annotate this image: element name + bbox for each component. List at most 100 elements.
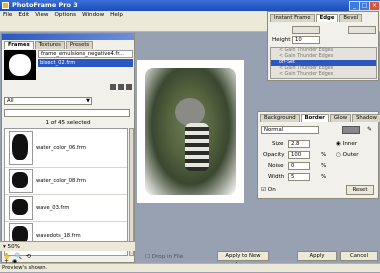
search-input[interactable]: [4, 109, 130, 117]
window-title-bar: PhotoFrame Pro 3: [0, 0, 380, 11]
window-title: PhotoFrame Pro 3: [12, 1, 78, 9]
tab-background[interactable]: Background: [260, 114, 300, 122]
on-checkbox[interactable]: ☑ On: [261, 187, 276, 193]
file-item-label: frame_emulsions_negative4.fr...: [41, 51, 124, 57]
inner-label: Inner: [342, 141, 358, 147]
frame-thumbnail: [9, 169, 33, 193]
edge-panel: Instant Frame Edge Bevel Height 10 < Gai…: [267, 11, 379, 81]
list-scrollbar[interactable]: [129, 128, 134, 256]
drop-in-file-checkbox[interactable]: ☐ Drop in File: [145, 254, 183, 260]
outer-label: Outer: [342, 152, 359, 158]
tab-bevel[interactable]: Bevel: [339, 14, 363, 22]
tool-icons: ✋ 🔍 ⟲: [3, 253, 31, 260]
zoom-tool-icon[interactable]: 🔍: [14, 253, 21, 260]
lemur-photo: [145, 68, 236, 195]
color-swatch[interactable]: [342, 126, 360, 134]
frame-thumbnail: [9, 196, 33, 220]
apply-button[interactable]: Apply: [297, 251, 337, 261]
size-input[interactable]: 2.8: [288, 140, 310, 148]
refresh-icon[interactable]: ⟲: [26, 253, 31, 260]
blend-mode-value: Normal: [264, 127, 284, 133]
tab-edge[interactable]: Edge: [315, 14, 339, 22]
menu-edit[interactable]: Edit: [18, 11, 29, 20]
tab-frames[interactable]: Frames: [4, 41, 34, 49]
file-item-1[interactable]: frame_emulsions_negative4.fr...: [38, 50, 133, 58]
status-text: Preview's shown.: [2, 265, 48, 271]
close-button[interactable]: ×: [369, 1, 380, 11]
menu-file[interactable]: File: [3, 11, 12, 20]
menu-options[interactable]: Options: [55, 11, 77, 20]
photo-canvas[interactable]: [137, 60, 244, 203]
noise-unit: %: [321, 163, 327, 169]
frames-tabs: Frames Textures Presets: [4, 41, 134, 49]
height-value: 10: [295, 37, 302, 43]
frames-panel: Frames Textures Presets frame_emulsions_…: [1, 33, 135, 265]
tab-border[interactable]: Border: [300, 114, 329, 122]
border-panel: Background Border Glow Shadow Normal ✎ S…: [257, 111, 380, 199]
frame-preview: [4, 50, 36, 80]
app-logo-icon: [2, 2, 9, 9]
folder-icon[interactable]: [110, 84, 116, 90]
reset-button[interactable]: Reset: [346, 185, 374, 195]
width-input[interactable]: 5: [288, 173, 310, 181]
blend-mode-select[interactable]: Normal: [261, 126, 319, 134]
height-label: Height: [272, 37, 291, 43]
outer-radio[interactable]: ○ Outer: [336, 152, 359, 158]
list-item[interactable]: water_color_08.frm: [5, 168, 127, 195]
selection-info: 1 of 45 selected: [45, 120, 91, 126]
file-item-2[interactable]: bisect_02.frm: [38, 59, 133, 67]
width-unit: %: [321, 174, 327, 180]
list-item-label: wave_03.frm: [36, 205, 70, 211]
panel-icon-row: [110, 84, 132, 90]
frame-list: water_color_06.frm water_color_08.frm wa…: [4, 128, 128, 256]
border-tabs: Background Border Glow Shadow: [260, 114, 380, 122]
list-item-label: water_color_06.frm: [36, 145, 86, 151]
cancel-button[interactable]: Cancel: [340, 251, 378, 261]
frame-thumbnail: [9, 131, 33, 165]
eyedropper-icon[interactable]: ✎: [367, 126, 372, 133]
chevron-down-icon: ▼: [86, 98, 90, 104]
panel-title-bar: [2, 34, 134, 40]
edge-list: < Gain Thunder Edges < Gain Thunder Edge…: [270, 47, 377, 79]
apply-to-new-layer-button[interactable]: Apply to New Layer: [217, 251, 269, 268]
tab-textures[interactable]: Textures: [34, 41, 65, 49]
noise-input[interactable]: 0: [288, 162, 310, 170]
list-item[interactable]: wave_03.frm: [5, 195, 127, 222]
save-icon[interactable]: [118, 84, 124, 90]
list-item-label: water_color_08.frm: [36, 178, 86, 184]
on-label: On: [267, 187, 276, 193]
trash-icon[interactable]: [126, 84, 132, 90]
status-bar: Preview's shown.: [0, 263, 380, 272]
tab-presets[interactable]: Presets: [65, 41, 94, 49]
opacity-unit: %: [321, 152, 327, 158]
noise-value: 0: [291, 163, 295, 169]
width-value: 5: [291, 174, 295, 180]
edge-field-2[interactable]: [348, 26, 376, 34]
menu-view[interactable]: View: [35, 11, 48, 20]
menu-window[interactable]: Window: [82, 11, 104, 20]
list-item-label: wavedots_18.frm: [36, 233, 81, 239]
opacity-value: 100: [291, 152, 302, 158]
size-label: Size: [272, 141, 284, 147]
size-value: 2.8: [291, 141, 300, 147]
tab-glow[interactable]: Glow: [329, 114, 352, 122]
menu-help[interactable]: Help: [110, 11, 123, 20]
tab-instant-frame[interactable]: Instant Frame: [270, 14, 315, 22]
zoom-value[interactable]: 50%: [8, 244, 20, 250]
height-input[interactable]: 10: [292, 36, 320, 44]
opacity-label: Opacity: [263, 152, 285, 158]
noise-label: Noise: [268, 163, 284, 169]
zoom-dropdown-icon[interactable]: ▾: [3, 244, 6, 250]
list-item[interactable]: water_color_06.frm: [5, 129, 127, 168]
hand-tool-icon[interactable]: ✋: [3, 253, 10, 260]
width-label: Width: [268, 174, 285, 180]
edge-list-item[interactable]: < Gain Thunder Edges: [271, 72, 376, 78]
tab-shadow[interactable]: Shadow: [352, 114, 380, 122]
opacity-input[interactable]: 100: [288, 151, 310, 159]
drop-in-file-label: Drop in File: [151, 254, 184, 260]
file-item-label: bisect_02.frm: [40, 60, 76, 66]
edge-tabs: Instant Frame Edge Bevel: [270, 14, 378, 22]
inner-radio[interactable]: ◉ Inner: [336, 141, 357, 147]
category-select[interactable]: All ▼: [4, 97, 92, 105]
edge-field-1[interactable]: [292, 26, 320, 34]
